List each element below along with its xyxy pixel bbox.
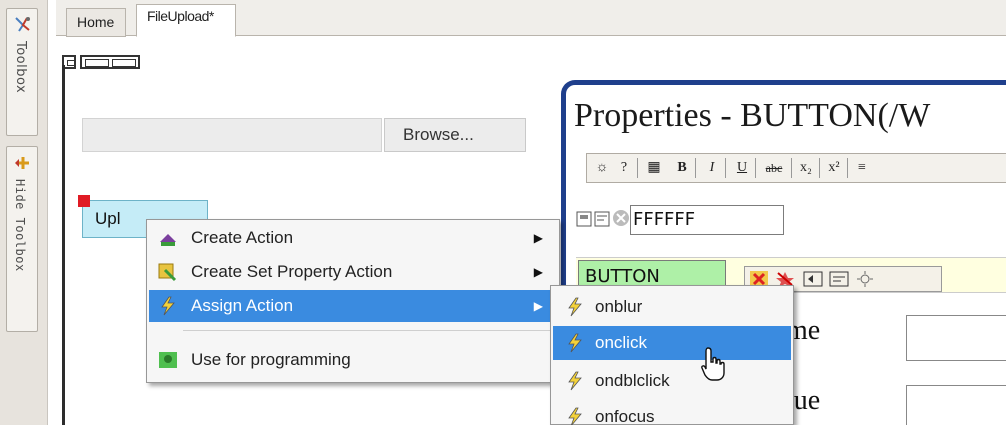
menu-item-create-set-property-action[interactable]: Create Set Property Action ▶ <box>149 256 557 288</box>
toolbar-divider <box>725 158 726 178</box>
strikethrough-icon[interactable]: abc <box>759 157 789 179</box>
subscript-icon[interactable]: x₂ <box>795 157 817 179</box>
lightning-icon <box>568 407 582 425</box>
toolbox-icon <box>15 17 30 32</box>
hide-toolbox-tab[interactable]: Hide Toolbox <box>6 146 38 332</box>
event-icon[interactable] <box>803 270 823 288</box>
toolbar-divider <box>755 158 756 178</box>
clear-icon[interactable] <box>612 209 630 227</box>
toolbox-label: Toolbox <box>13 41 28 94</box>
submenu-item-onfocus[interactable]: onfocus <box>553 400 791 425</box>
menu-separator <box>183 330 553 331</box>
toolbar-divider <box>819 158 820 178</box>
list-icon[interactable] <box>829 270 849 288</box>
layout-icon[interactable] <box>576 211 592 227</box>
italic-icon[interactable]: I <box>701 157 723 179</box>
hand-cursor-icon <box>701 347 725 381</box>
app-root: Toolbox Hide Toolbox Home FileUpload* Br… <box>0 0 1006 425</box>
menu-item-assign-action[interactable]: Assign Action ▶ <box>149 290 557 322</box>
lightning-icon <box>161 296 175 316</box>
submenu-item-onblur[interactable]: onblur <box>553 290 791 324</box>
property-value-input[interactable] <box>906 385 1006 425</box>
lightning-icon <box>568 371 582 391</box>
menu-item-use-for-programming[interactable]: Use for programming <box>149 344 557 376</box>
properties-title: Properties - BUTTON(/W <box>574 97 931 134</box>
submenu-item-label: onclick <box>595 333 647 352</box>
sun-icon[interactable]: ☼ <box>591 157 613 179</box>
assign-action-submenu: onblur onclick ondblclick onfocus <box>550 285 794 425</box>
underline-icon[interactable]: U <box>731 157 753 179</box>
property-name-input[interactable] <box>906 315 1006 361</box>
menu-item-create-action[interactable]: Create Action ▶ <box>149 222 557 254</box>
submenu-item-ondblclick[interactable]: ondblclick <box>553 364 791 398</box>
lightning-icon <box>568 333 582 353</box>
tab-home[interactable]: Home <box>66 8 126 37</box>
menu-item-label: Assign Action <box>191 296 294 315</box>
submenu-item-label: onfocus <box>595 407 655 425</box>
form-icon[interactable] <box>594 211 610 227</box>
context-menu: Create Action ▶ Create Set Property Acti… <box>146 219 560 383</box>
superscript-icon[interactable]: x² <box>823 157 845 179</box>
submenu-arrow-icon: ▶ <box>533 265 543 279</box>
toolbox-tab[interactable]: Toolbox <box>6 8 38 136</box>
menu-item-label: Create Set Property Action <box>191 262 393 281</box>
hide-toolbox-icon <box>15 157 29 169</box>
split-view-icon[interactable] <box>80 55 140 69</box>
lightning-icon <box>568 297 582 317</box>
toolbar-divider <box>695 158 696 178</box>
toolbar-divider <box>847 158 848 178</box>
help-icon[interactable]: ? <box>613 157 635 179</box>
submenu-arrow-icon: ▶ <box>533 299 543 313</box>
hide-toolbox-label: Hide Toolbox <box>13 179 27 272</box>
create-action-icon <box>160 234 176 246</box>
submenu-arrow-icon: ▶ <box>533 231 543 245</box>
format-toolbar: ☼ ? ▦ B I U abc x₂ x² ≡ <box>586 153 1006 183</box>
toolbar-divider <box>791 158 792 178</box>
view-toggle[interactable] <box>62 53 154 73</box>
style-icon[interactable]: ▦ <box>643 157 665 179</box>
toolbar-divider <box>637 158 638 178</box>
canvas-border <box>62 65 65 425</box>
color-input[interactable]: FFFFFF <box>630 205 784 235</box>
programming-icon <box>159 352 177 368</box>
align-left-icon[interactable]: ≡ <box>851 157 873 179</box>
browse-button[interactable]: Browse... <box>384 118 526 152</box>
submenu-item-label: onblur <box>595 297 643 316</box>
submenu-item-label: ondblclick <box>595 371 670 390</box>
settings-icon[interactable] <box>855 270 875 288</box>
set-property-icon <box>158 263 177 282</box>
bold-icon[interactable]: B <box>671 157 693 179</box>
tab-bar: Home FileUpload* <box>56 0 1006 37</box>
tab-fileupload[interactable]: FileUpload* <box>136 4 236 37</box>
menu-item-label: Use for programming <box>191 350 351 369</box>
submenu-item-onclick[interactable]: onclick <box>553 326 791 360</box>
color-row: FFFFFF <box>574 203 1006 235</box>
toolbox-strip: Toolbox Hide Toolbox <box>0 0 48 425</box>
file-input-field[interactable] <box>82 118 382 152</box>
selection-marker <box>78 195 90 207</box>
menu-item-label: Create Action <box>191 228 294 247</box>
